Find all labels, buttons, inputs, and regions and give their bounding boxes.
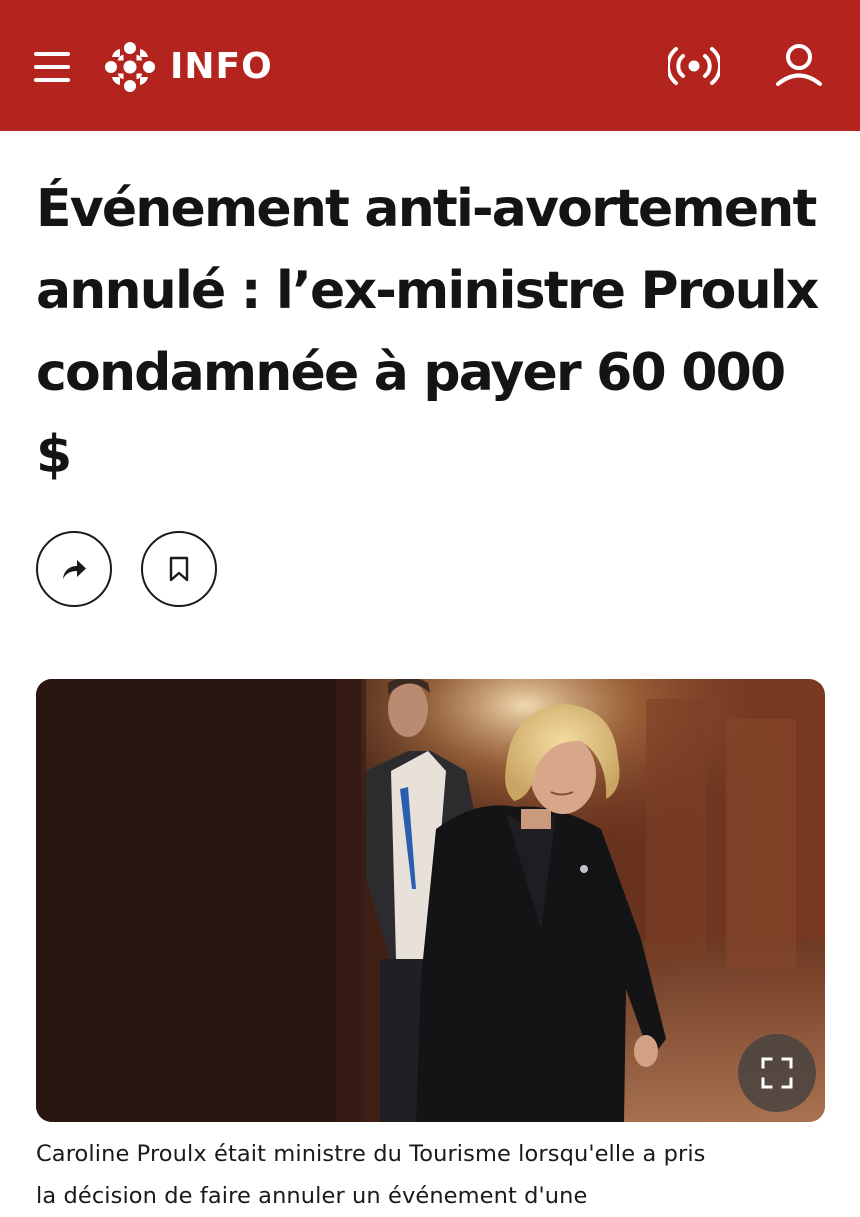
menu-button[interactable] (34, 50, 72, 84)
hamburger-menu-icon (34, 50, 72, 84)
user-profile-icon (776, 44, 822, 86)
user-account-button[interactable] (774, 42, 824, 90)
live-button[interactable] (665, 44, 723, 88)
site-logo[interactable]: INFO (104, 42, 273, 92)
article-headline: Événement anti-avortement annulé : l’ex-… (36, 179, 819, 485)
broadcast-icon (665, 47, 723, 85)
bookmark-button[interactable] (141, 531, 217, 607)
bookmark-icon (169, 556, 189, 582)
top-bar: INFO (0, 0, 860, 131)
section-title: INFO (170, 46, 273, 87)
photo-caption: Caroline Proulx était ministre du Touris… (36, 1141, 706, 1209)
photo (36, 679, 825, 1122)
fullscreen-icon (761, 1057, 793, 1089)
share-button[interactable] (36, 531, 112, 607)
article-photo[interactable] (36, 679, 825, 1122)
radio-canada-gem-icon (105, 42, 155, 92)
share-arrow-icon (63, 560, 86, 579)
fullscreen-button[interactable] (738, 1034, 816, 1112)
